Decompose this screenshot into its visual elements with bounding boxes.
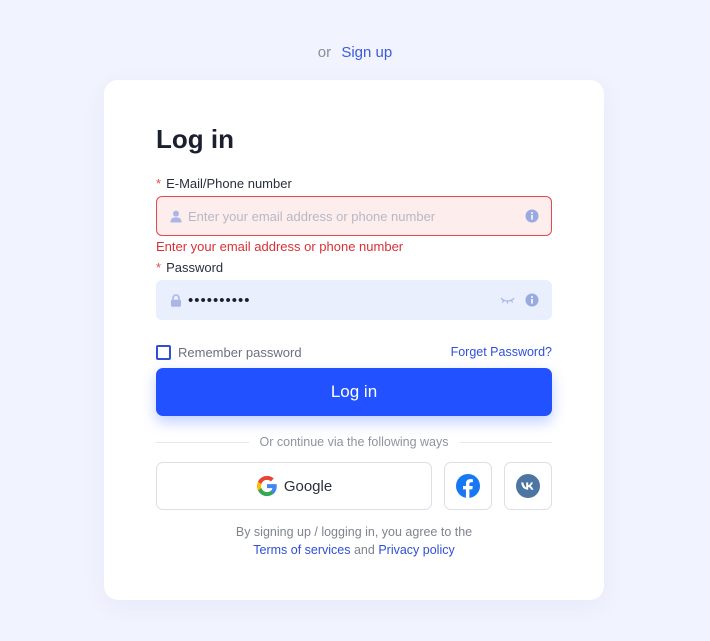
vk-icon (516, 474, 540, 498)
password-field[interactable] (188, 290, 500, 310)
divider-line (156, 441, 249, 443)
divider-line (459, 441, 553, 443)
user-icon (170, 210, 182, 223)
required-mark: * (156, 176, 162, 191)
remember-checkbox[interactable] (156, 344, 171, 360)
terms-prefix: By signing up / logging in, you agree to… (235, 525, 473, 539)
required-mark: * (156, 260, 162, 275)
password-label-text: Password (166, 260, 224, 275)
facebook-icon (456, 474, 480, 498)
page-title: Log in (156, 124, 234, 154)
google-button[interactable]: Google (156, 462, 432, 510)
email-label-text: E-Mail/Phone number (166, 176, 292, 191)
password-field-wrapper (156, 280, 552, 320)
info-icon[interactable] (525, 209, 539, 223)
signup-link[interactable]: Sign up (341, 44, 392, 61)
terms-notice: By signing up / logging in, you agree to… (156, 523, 552, 559)
or-text: or (317, 44, 332, 61)
divider-text: Or continue via the following ways (259, 435, 449, 449)
google-label: Google (283, 477, 333, 495)
eye-closed-icon[interactable] (500, 296, 515, 305)
email-error-message: Enter your email address or phone number (156, 239, 404, 254)
vk-button[interactable] (504, 462, 552, 510)
lock-icon (170, 293, 182, 307)
email-label: * E-Mail/Phone number (156, 176, 292, 191)
info-icon[interactable] (525, 293, 539, 307)
password-label: * Password (156, 260, 223, 275)
remember-row: Remember password Forget Password? (156, 343, 552, 361)
forget-password-link[interactable]: Forget Password? (451, 345, 552, 359)
remember-checkbox-wrapper[interactable]: Remember password (156, 344, 302, 360)
google-icon (256, 475, 278, 497)
signup-prompt: or Sign up (0, 44, 710, 61)
terms-of-service-link[interactable]: Terms of services (253, 543, 350, 557)
login-button[interactable]: Log in (156, 368, 552, 416)
privacy-policy-link[interactable]: Privacy policy (378, 543, 454, 557)
email-field[interactable] (188, 206, 525, 226)
login-card: Log in * E-Mail/Phone number Enter your e… (104, 80, 604, 600)
facebook-button[interactable] (444, 462, 492, 510)
terms-and-text: and (353, 543, 375, 557)
remember-label: Remember password (178, 344, 302, 360)
email-field-wrapper (156, 196, 552, 236)
divider: Or continue via the following ways (156, 434, 553, 450)
